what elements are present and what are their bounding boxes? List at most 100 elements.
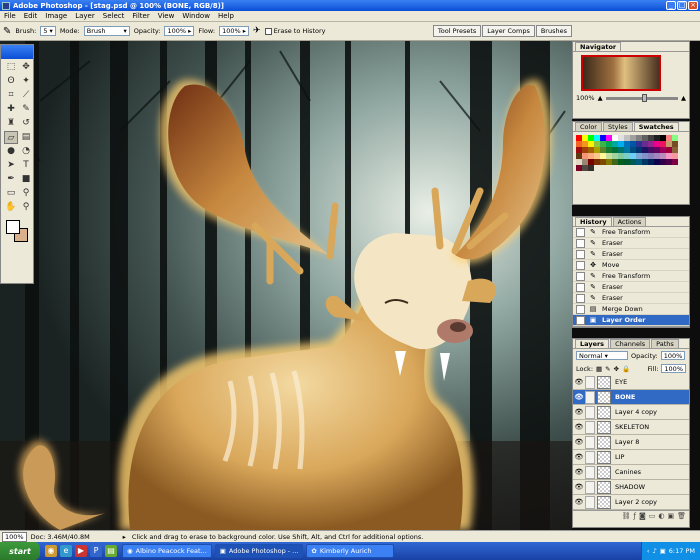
visibility-eye-icon[interactable]: 👁 <box>573 423 585 431</box>
lock-pixels-icon[interactable]: ✎ <box>605 365 610 373</box>
visibility-eye-icon[interactable]: 👁 <box>573 483 585 491</box>
document-canvas[interactable] <box>0 41 572 530</box>
eraser-icon[interactable]: ▱ <box>4 131 18 144</box>
tray-arrow-icon[interactable]: ‹ <box>647 547 650 555</box>
layer-row[interactable]: 👁 SKELETON <box>573 420 689 435</box>
tab-styles[interactable]: Styles <box>602 122 633 131</box>
tab-paths[interactable]: Paths <box>651 339 679 348</box>
history-item[interactable]: ✎ Eraser <box>573 282 689 293</box>
menu-image[interactable]: Image <box>41 12 71 20</box>
history-item[interactable]: ▣ Layer Order <box>573 315 689 326</box>
healing-icon[interactable]: ✚ <box>4 103 18 116</box>
ie-icon[interactable]: e <box>60 545 72 557</box>
layer-style-icon[interactable]: ƒ <box>633 512 635 520</box>
layer-row[interactable]: 👁 LIP <box>573 450 689 465</box>
menu-view[interactable]: View <box>154 12 179 20</box>
layer-row[interactable]: 👁 BONE <box>573 390 689 405</box>
history-item[interactable]: ✎ Free Transform <box>573 227 689 238</box>
color-swatch[interactable] <box>588 165 594 171</box>
layer-link-box[interactable] <box>585 390 595 404</box>
task-kimberly-aurich[interactable]: ✿ Kimberly Aurich <box>306 544 395 558</box>
desktop-icon[interactable]: ▤ <box>105 545 117 557</box>
visibility-eye-icon[interactable]: 👁 <box>573 408 585 416</box>
menu-window[interactable]: Window <box>178 12 214 20</box>
photoshop-icon[interactable]: P <box>90 545 102 557</box>
history-item[interactable]: ✎ Free Transform <box>573 271 689 282</box>
layer-row[interactable]: 👁 Canines <box>573 465 689 480</box>
history-item[interactable]: ✎ Eraser <box>573 249 689 260</box>
layer-row[interactable]: 👁 Layer 8 <box>573 435 689 450</box>
layer-link-box[interactable] <box>585 480 595 494</box>
eyedropper-icon[interactable]: ⚲ <box>19 187 33 200</box>
airbrush-icon[interactable]: ✈ <box>253 26 261 36</box>
volume-icon[interactable]: ♪ <box>652 547 656 555</box>
maximize-button[interactable]: □ <box>677 1 687 10</box>
layer-link-box[interactable] <box>585 405 595 419</box>
layer-row[interactable]: 👁 Layer 2 copy <box>573 495 689 510</box>
layer-row[interactable]: 👁 SHADOW <box>573 480 689 495</box>
menu-file[interactable]: File <box>0 12 20 20</box>
layer-link-box[interactable] <box>585 465 595 479</box>
erase-history-option[interactable]: Erase to History <box>264 27 326 35</box>
new-snapshot-icon[interactable]: ◫ <box>667 328 674 329</box>
lock-transparency-icon[interactable]: ▦ <box>596 365 602 373</box>
delete-layer-icon[interactable]: 🗑 <box>677 512 686 520</box>
network-icon[interactable]: ▣ <box>660 547 666 555</box>
link-layers-icon[interactable]: ⛓ <box>622 512 631 520</box>
notes-icon[interactable]: ▭ <box>4 187 18 200</box>
visibility-eye-icon[interactable]: 👁 <box>573 498 585 506</box>
navigator-zoom-knob[interactable] <box>641 93 647 102</box>
foreground-color-swatch[interactable] <box>6 220 20 234</box>
crop-icon[interactable]: ⌗ <box>4 89 18 102</box>
history-source-checkbox[interactable] <box>576 293 585 303</box>
stamp-icon[interactable]: ♜ <box>4 117 18 130</box>
shape-icon[interactable]: ■ <box>19 173 33 186</box>
layer-link-box[interactable] <box>585 450 595 464</box>
zoom-in-icon[interactable]: ▲ <box>681 94 686 102</box>
magic-wand-icon[interactable]: ✦ <box>19 75 33 88</box>
lasso-icon[interactable]: ʘ <box>4 75 18 88</box>
menu-select[interactable]: Select <box>99 12 129 20</box>
status-zoom-field[interactable]: 100% <box>2 531 27 542</box>
media-icon[interactable]: ▶ <box>75 545 87 557</box>
trash-icon[interactable]: 🗑 <box>677 328 686 329</box>
history-source-checkbox[interactable] <box>576 227 585 237</box>
eraser-tool-preset-icon[interactable]: ✎ <box>3 26 11 37</box>
tab-swatches[interactable]: Swatches <box>633 122 679 131</box>
layer-link-box[interactable] <box>585 375 595 389</box>
gradient-icon[interactable]: ▤ <box>19 131 33 144</box>
start-button[interactable]: start <box>0 542 40 560</box>
layer-opacity-field[interactable]: 100% <box>660 351 686 360</box>
brush-picker[interactable]: 5 ▾ <box>40 26 56 36</box>
move-icon[interactable]: ✥ <box>19 61 33 74</box>
tab-brushes[interactable]: Brushes <box>535 25 572 37</box>
color-swatch[interactable] <box>672 159 678 165</box>
history-source-checkbox[interactable] <box>576 271 585 281</box>
layer-row[interactable]: 👁 EYE <box>573 375 689 390</box>
blur-icon[interactable]: ● <box>4 145 18 158</box>
fill-field[interactable]: 100% <box>661 364 686 373</box>
tab-tool-presets[interactable]: Tool Presets <box>432 25 482 37</box>
erase-history-checkbox[interactable] <box>264 27 272 35</box>
visibility-eye-icon[interactable]: 👁 <box>573 453 585 461</box>
history-item[interactable]: ✥ Move <box>573 260 689 271</box>
dodge-icon[interactable]: ◔ <box>19 145 33 158</box>
zoom-icon[interactable]: ⚲ <box>19 201 33 214</box>
task-albino-peacock[interactable]: ◉ Albino Peacock Feat... <box>122 544 212 558</box>
task-photoshop[interactable]: ▣ Adobe Photoshop - ... <box>214 544 304 558</box>
close-button[interactable]: × <box>688 1 698 10</box>
adjustment-layer-icon[interactable]: ◐ <box>658 512 664 520</box>
layer-mask-icon[interactable]: ◙ <box>639 512 646 520</box>
history-item[interactable]: ✎ Eraser <box>573 293 689 304</box>
menu-filter[interactable]: Filter <box>128 12 153 20</box>
tab-layers[interactable]: Layers <box>575 339 610 348</box>
marquee-icon[interactable]: ⬚ <box>4 61 18 74</box>
brush-icon[interactable]: ✎ <box>19 103 33 116</box>
navigator-zoom-slider[interactable] <box>605 93 678 102</box>
history-source-checkbox[interactable] <box>576 238 585 248</box>
new-document-icon[interactable]: ▣ <box>658 328 665 329</box>
tab-color[interactable]: Color <box>575 122 602 131</box>
layer-link-box[interactable] <box>585 420 595 434</box>
status-menu-arrow-icon[interactable]: ▸ <box>123 533 126 541</box>
tab-history[interactable]: History <box>575 217 612 226</box>
